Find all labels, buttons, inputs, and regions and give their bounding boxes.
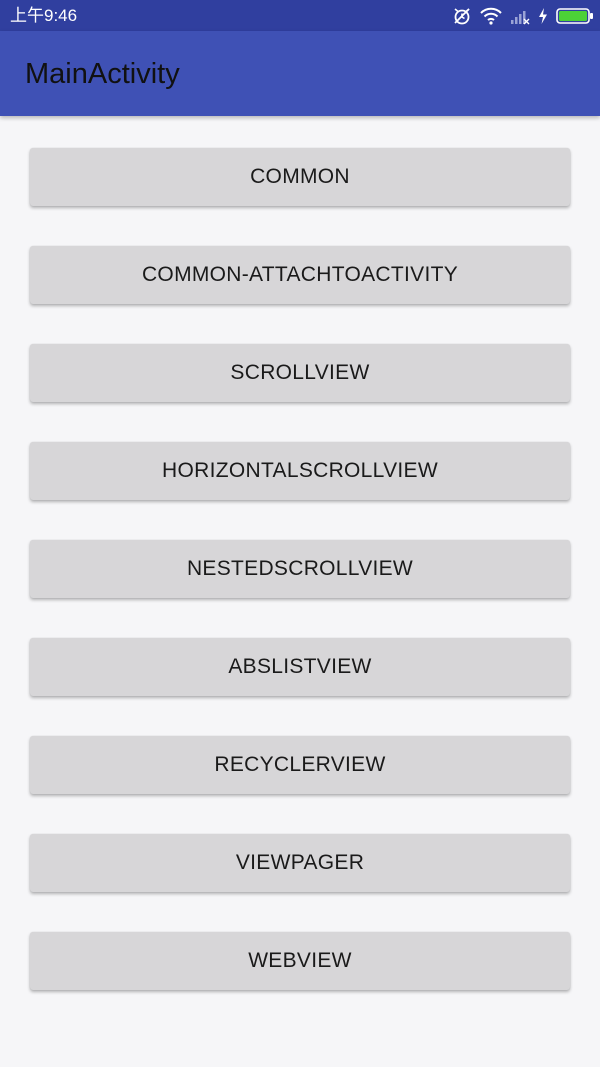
signal-icon [510,7,530,25]
nestedscrollview-button[interactable]: NESTEDSCROLLVIEW [30,540,570,598]
alarm-off-icon [452,6,472,26]
button-label: NESTEDSCROLLVIEW [186,557,414,580]
scrollview-button[interactable]: SCROLLVIEW [30,344,570,402]
button-label: ABSLISTVIEW [228,655,372,678]
button-label: VIEWPAGER [235,851,365,874]
button-label: HORIZONTALSCROLLVIEW [162,459,438,482]
button-label: WEBVIEW [248,949,352,972]
status-bar: 上午9:46 [0,0,600,31]
status-icons [452,5,594,26]
app-bar: MainActivity [0,31,600,116]
button-label: COMMON-ATTACHTOACTIVITY [141,263,459,286]
wifi-icon [480,7,502,25]
button-label: RECYCLERVIEW [214,753,386,776]
recyclerview-button[interactable]: RECYCLERVIEW [30,736,570,794]
charging-icon [538,7,548,25]
app-bar-title: MainActivity [25,58,180,90]
status-time: 上午9:46 [10,6,78,25]
battery-icon [556,7,594,25]
viewpager-button[interactable]: VIEWPAGER [30,834,570,892]
horizontalscrollview-button[interactable]: HORIZONTALSCROLLVIEW [30,442,570,500]
abslistview-button[interactable]: ABSLISTVIEW [30,638,570,696]
common-button[interactable]: COMMON [30,148,570,206]
webview-button[interactable]: WEBVIEW [30,932,570,990]
button-label: SCROLLVIEW [230,361,370,384]
common-attachtoactivity-button[interactable]: COMMON-ATTACHTOACTIVITY [30,246,570,304]
button-label: COMMON [250,165,350,188]
